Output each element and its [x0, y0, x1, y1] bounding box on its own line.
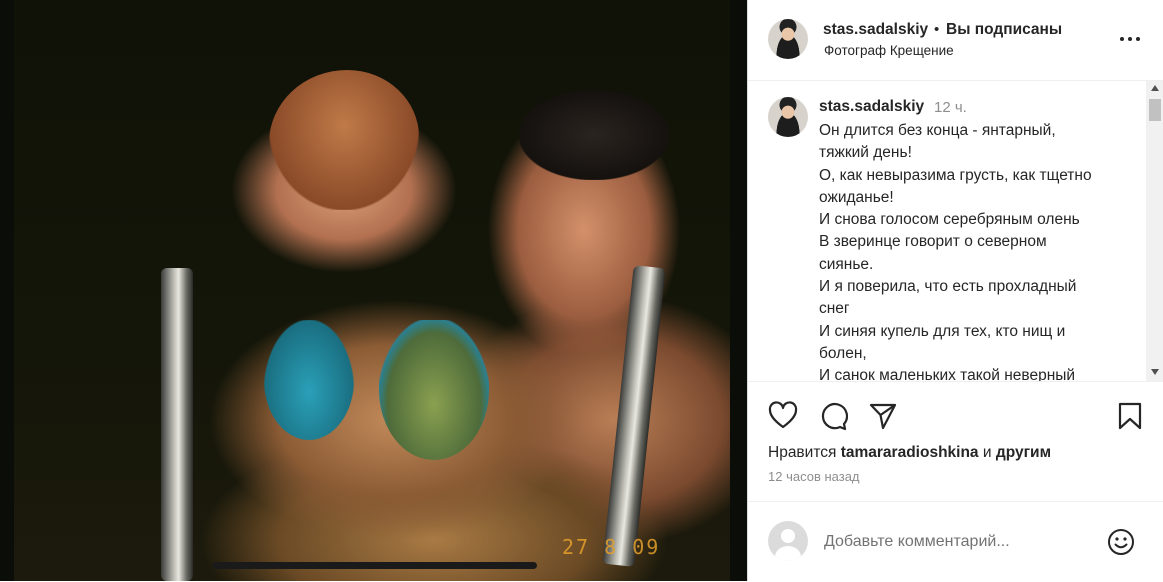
emoji-icon[interactable] — [1106, 527, 1136, 557]
caption-text: Он длится без конца - янтарный, тяжкий д… — [819, 120, 1139, 381]
post-actions: Нравится tamararadioshkina и другим 12 ч… — [748, 381, 1163, 502]
author-avatar[interactable] — [768, 19, 808, 59]
comment-bar: Добавьте комментарий... — [748, 501, 1163, 582]
photo-date-stamp: 27 8 09 — [562, 535, 661, 559]
post-sidebar: stas.sadalskiy • Вы подписаны Фотограф К… — [747, 0, 1163, 581]
photo-detail-swimsuit-right — [379, 320, 489, 460]
scrollbar-thumb[interactable] — [1149, 99, 1161, 121]
likes-summary: Нравится tamararadioshkina и другим — [768, 444, 1051, 462]
scroll-down-arrow-icon[interactable] — [1151, 369, 1159, 375]
caption-line: И снова голосом серебряным олень — [819, 211, 1080, 229]
caption-username[interactable]: stas.sadalskiy — [819, 98, 924, 116]
likes-prefix: Нравится — [768, 444, 837, 461]
photo-scrollbar[interactable] — [212, 562, 537, 569]
photo-detail-swimsuit-left — [264, 320, 354, 440]
post-caption: stas.sadalskiy 12 ч. Он длится без конца… — [748, 81, 1163, 381]
caption-line: снег — [819, 300, 850, 318]
caption-line: И санок маленьких такой неверный — [819, 367, 1076, 381]
photo-detail-woman — [269, 70, 419, 210]
caption-line: ожиданье! — [819, 188, 894, 206]
share-icon[interactable] — [868, 401, 898, 431]
more-icon[interactable] — [1119, 28, 1141, 50]
heart-icon[interactable] — [768, 401, 798, 431]
likes-and: и — [982, 444, 992, 461]
caption-line: И синяя купель для тех, кто нищ и — [819, 322, 1066, 340]
caption-line: Он длится без конца - янтарный, — [819, 122, 1056, 139]
post-location[interactable]: Фотограф Крещение — [824, 43, 954, 58]
photo-detail-man — [519, 90, 669, 180]
caption-scrollbar[interactable] — [1146, 81, 1163, 381]
caption-avatar[interactable] — [768, 97, 808, 137]
author-username[interactable]: stas.sadalskiy — [823, 21, 928, 39]
photo-detail-pool-rail-right — [602, 265, 666, 567]
post-header: stas.sadalskiy • Вы подписаны Фотограф К… — [748, 0, 1163, 81]
scroll-up-arrow-icon[interactable] — [1151, 85, 1159, 91]
post-timestamp[interactable]: 12 часов назад — [768, 469, 860, 484]
follow-status-button[interactable]: Вы подписаны — [946, 21, 1062, 39]
comment-input[interactable]: Добавьте комментарий... — [824, 533, 1010, 551]
caption-line: О, как невыразима грусть, как тщетно — [819, 166, 1092, 184]
current-user-avatar — [768, 521, 808, 561]
likes-others-link[interactable]: другим — [996, 444, 1051, 461]
bookmark-icon[interactable] — [1115, 401, 1145, 431]
caption-time[interactable]: 12 ч. — [934, 99, 967, 116]
caption-line: болен, — [819, 344, 867, 362]
photo-image: 27 8 09 — [14, 0, 730, 581]
likes-user-link[interactable]: tamararadioshkina — [841, 444, 979, 461]
caption-line: И я поверила, что есть прохладный — [819, 278, 1077, 296]
caption-line: тяжкий день! — [819, 144, 912, 162]
caption-line: В зверинце говорит о северном — [819, 233, 1047, 251]
caption-line: сиянье. — [819, 255, 874, 273]
photo-detail-pool-rail-left — [161, 268, 193, 581]
post-photo[interactable]: 27 8 09 — [0, 0, 747, 581]
header-separator: • — [934, 21, 940, 38]
comment-icon[interactable] — [818, 401, 848, 431]
